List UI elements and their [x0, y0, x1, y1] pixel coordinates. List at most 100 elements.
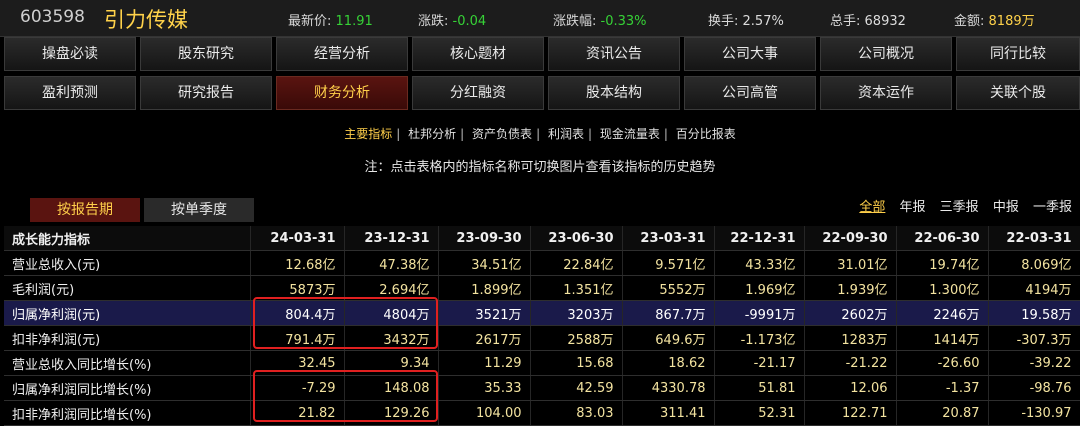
indicator-value: -9991万	[714, 300, 805, 326]
nav-item-active[interactable]: 财务分析	[276, 76, 408, 110]
indicator-value: -21.22	[804, 350, 897, 376]
table-row: 毛利润(元) 5873万 2.694亿 1.899亿 1.351亿 5552万 1.969亿…	[4, 275, 1080, 301]
table-header-date: 23-03-31	[622, 226, 715, 251]
nav-item[interactable]: 股东研究	[140, 37, 272, 71]
indicator-name[interactable]: 扣非净利润同比增长(%)	[4, 400, 251, 426]
table-header-date: 23-12-31	[344, 226, 439, 251]
nav-item[interactable]: 公司大事	[684, 37, 816, 71]
nav-row-1: 操盘必读 股东研究 经营分析 核心题材 资讯公告 公司大事 公司概况 同行比较	[4, 37, 1080, 73]
indicator-value: -1.37	[896, 375, 989, 401]
table-row: 营业总收入同比增长(%) 32.45 9.34 11.29 15.68 18.62 -21.…	[4, 350, 1080, 376]
indicator-value: 867.7万	[622, 300, 715, 326]
nav-item[interactable]: 关联个股	[956, 76, 1080, 110]
indicator-value: -98.76	[988, 375, 1080, 401]
table-row: 归属净利润同比增长(%) -7.29 148.08 35.33 42.59 4330.78…	[4, 375, 1080, 401]
indicator-value: 34.51亿	[438, 250, 531, 276]
table-row: 扣非净利润同比增长(%) 21.82 129.26 104.00 83.03 311.41…	[4, 400, 1080, 426]
nav-item[interactable]: 盈利预测	[4, 76, 136, 110]
sublink-balance-sheet[interactable]: 资产负债表	[472, 127, 532, 141]
period-all[interactable]: 全部	[859, 200, 885, 215]
indicator-value: -39.22	[988, 350, 1080, 376]
indicator-value: 3521万	[438, 300, 531, 326]
by-quarter-button[interactable]: 按单季度	[144, 198, 254, 222]
highlight-box-profit	[253, 297, 438, 349]
table-header-date: 22-09-30	[804, 226, 897, 251]
indicator-value: 47.38亿	[344, 250, 439, 276]
indicator-name[interactable]: 毛利润(元)	[4, 275, 251, 301]
growth-indicators-table: 成长能力指标 24-03-31 23-12-31 23-09-30 23-06-30 23…	[4, 226, 1080, 426]
indicator-name[interactable]: 营业总收入同比增长(%)	[4, 350, 251, 376]
highlight-box-growth	[253, 370, 438, 422]
field-amount: 金额: 8189万	[954, 14, 1035, 29]
indicator-value: 1.969亿	[714, 275, 805, 301]
period-q3[interactable]: 三季报	[940, 200, 979, 215]
nav-item[interactable]: 操盘必读	[4, 37, 136, 71]
indicator-value: 12.06	[804, 375, 897, 401]
table-row: 扣非净利润(元) 791.4万 3432万 2617万 2588万 649.6万 -1.17…	[4, 325, 1080, 351]
indicator-value: 19.58万	[988, 300, 1080, 326]
sublink-percentage[interactable]: 百分比报表	[676, 127, 736, 141]
nav-item[interactable]: 核心题材	[412, 37, 544, 71]
nav-item[interactable]: 股本结构	[548, 76, 680, 110]
indicator-value: -307.3万	[988, 325, 1080, 351]
sublink-main-indicators[interactable]: 主要指标	[344, 127, 392, 141]
indicator-value: 9.571亿	[622, 250, 715, 276]
indicator-value: 1414万	[896, 325, 989, 351]
indicator-value: 1.939亿	[804, 275, 897, 301]
field-volume: 总手: 68932	[830, 14, 906, 29]
table-row: 营业总收入(元) 12.68亿 47.38亿 34.51亿 22.84亿 9.571亿 43…	[4, 250, 1080, 276]
hint-note: 注：点击表格内的指标名称可切换图片查看该指标的历史趋势	[364, 160, 716, 175]
indicator-name[interactable]: 营业总收入(元)	[4, 250, 251, 276]
indicator-value: 35.33	[438, 375, 531, 401]
indicator-value: 1.300亿	[896, 275, 989, 301]
table-header-title: 成长能力指标	[4, 226, 251, 251]
nav-item[interactable]: 资讯公告	[548, 37, 680, 71]
nav-row-2: 盈利预测 研究报告 财务分析 分红融资 股本结构 公司高管 资本运作 关联个股	[4, 76, 1080, 112]
nav-item[interactable]: 分红融资	[412, 76, 544, 110]
by-report-period-button[interactable]: 按报告期	[30, 198, 140, 222]
nav-item[interactable]: 研究报告	[140, 76, 272, 110]
sublink-dupont[interactable]: 杜邦分析	[408, 127, 456, 141]
indicator-value: 5552万	[622, 275, 715, 301]
period-annual[interactable]: 年报	[900, 200, 926, 215]
indicator-value: 15.68	[530, 350, 623, 376]
table-header-date: 22-06-30	[896, 226, 989, 251]
period-q1[interactable]: 一季报	[1033, 200, 1072, 215]
indicator-value: 22.84亿	[530, 250, 623, 276]
indicator-value: -130.97	[988, 400, 1080, 426]
indicator-value: 42.59	[530, 375, 623, 401]
indicator-name[interactable]: 归属净利润同比增长(%)	[4, 375, 251, 401]
indicator-value: 8.069亿	[988, 250, 1080, 276]
indicator-value: 4194万	[988, 275, 1080, 301]
indicator-name[interactable]: 归属净利润(元)	[4, 300, 251, 326]
indicator-value: 122.71	[804, 400, 897, 426]
stock-name: 引力传媒	[104, 8, 188, 32]
indicator-value: 311.41	[622, 400, 715, 426]
table-header-row: 成长能力指标 24-03-31 23-12-31 23-09-30 23-06-30 23…	[4, 226, 1080, 251]
indicator-value: 19.74亿	[896, 250, 989, 276]
stock-header: 603598 引力传媒 最新价: 11.91 涨跌: -0.04 涨跌幅: -0…	[0, 0, 1080, 37]
indicator-value: 43.33亿	[714, 250, 805, 276]
stock-code: 603598	[20, 7, 85, 27]
nav-item[interactable]: 公司高管	[684, 76, 816, 110]
indicator-value: -1.173亿	[714, 325, 805, 351]
sublink-cash-flow[interactable]: 现金流量表	[600, 127, 660, 141]
nav-item[interactable]: 经营分析	[276, 37, 408, 71]
table-header-date: 22-03-31	[988, 226, 1080, 251]
field-change: 涨跌: -0.04	[418, 14, 487, 29]
indicator-value: 2617万	[438, 325, 531, 351]
indicator-value: 31.01亿	[804, 250, 897, 276]
period-interim[interactable]: 中报	[993, 200, 1019, 215]
indicator-value: 83.03	[530, 400, 623, 426]
field-price: 最新价: 11.91	[288, 14, 373, 29]
indicator-value: 51.81	[714, 375, 805, 401]
nav-item[interactable]: 公司概况	[820, 37, 952, 71]
nav-item[interactable]: 资本运作	[820, 76, 952, 110]
sublink-income-statement[interactable]: 利润表	[548, 127, 584, 141]
table-header-date: 23-09-30	[438, 226, 531, 251]
indicator-value: 18.62	[622, 350, 715, 376]
field-change-pct: 涨跌幅: -0.33%	[553, 14, 647, 29]
nav-item[interactable]: 同行比较	[956, 37, 1080, 71]
indicator-value: 1.899亿	[438, 275, 531, 301]
indicator-name[interactable]: 扣非净利润(元)	[4, 325, 251, 351]
